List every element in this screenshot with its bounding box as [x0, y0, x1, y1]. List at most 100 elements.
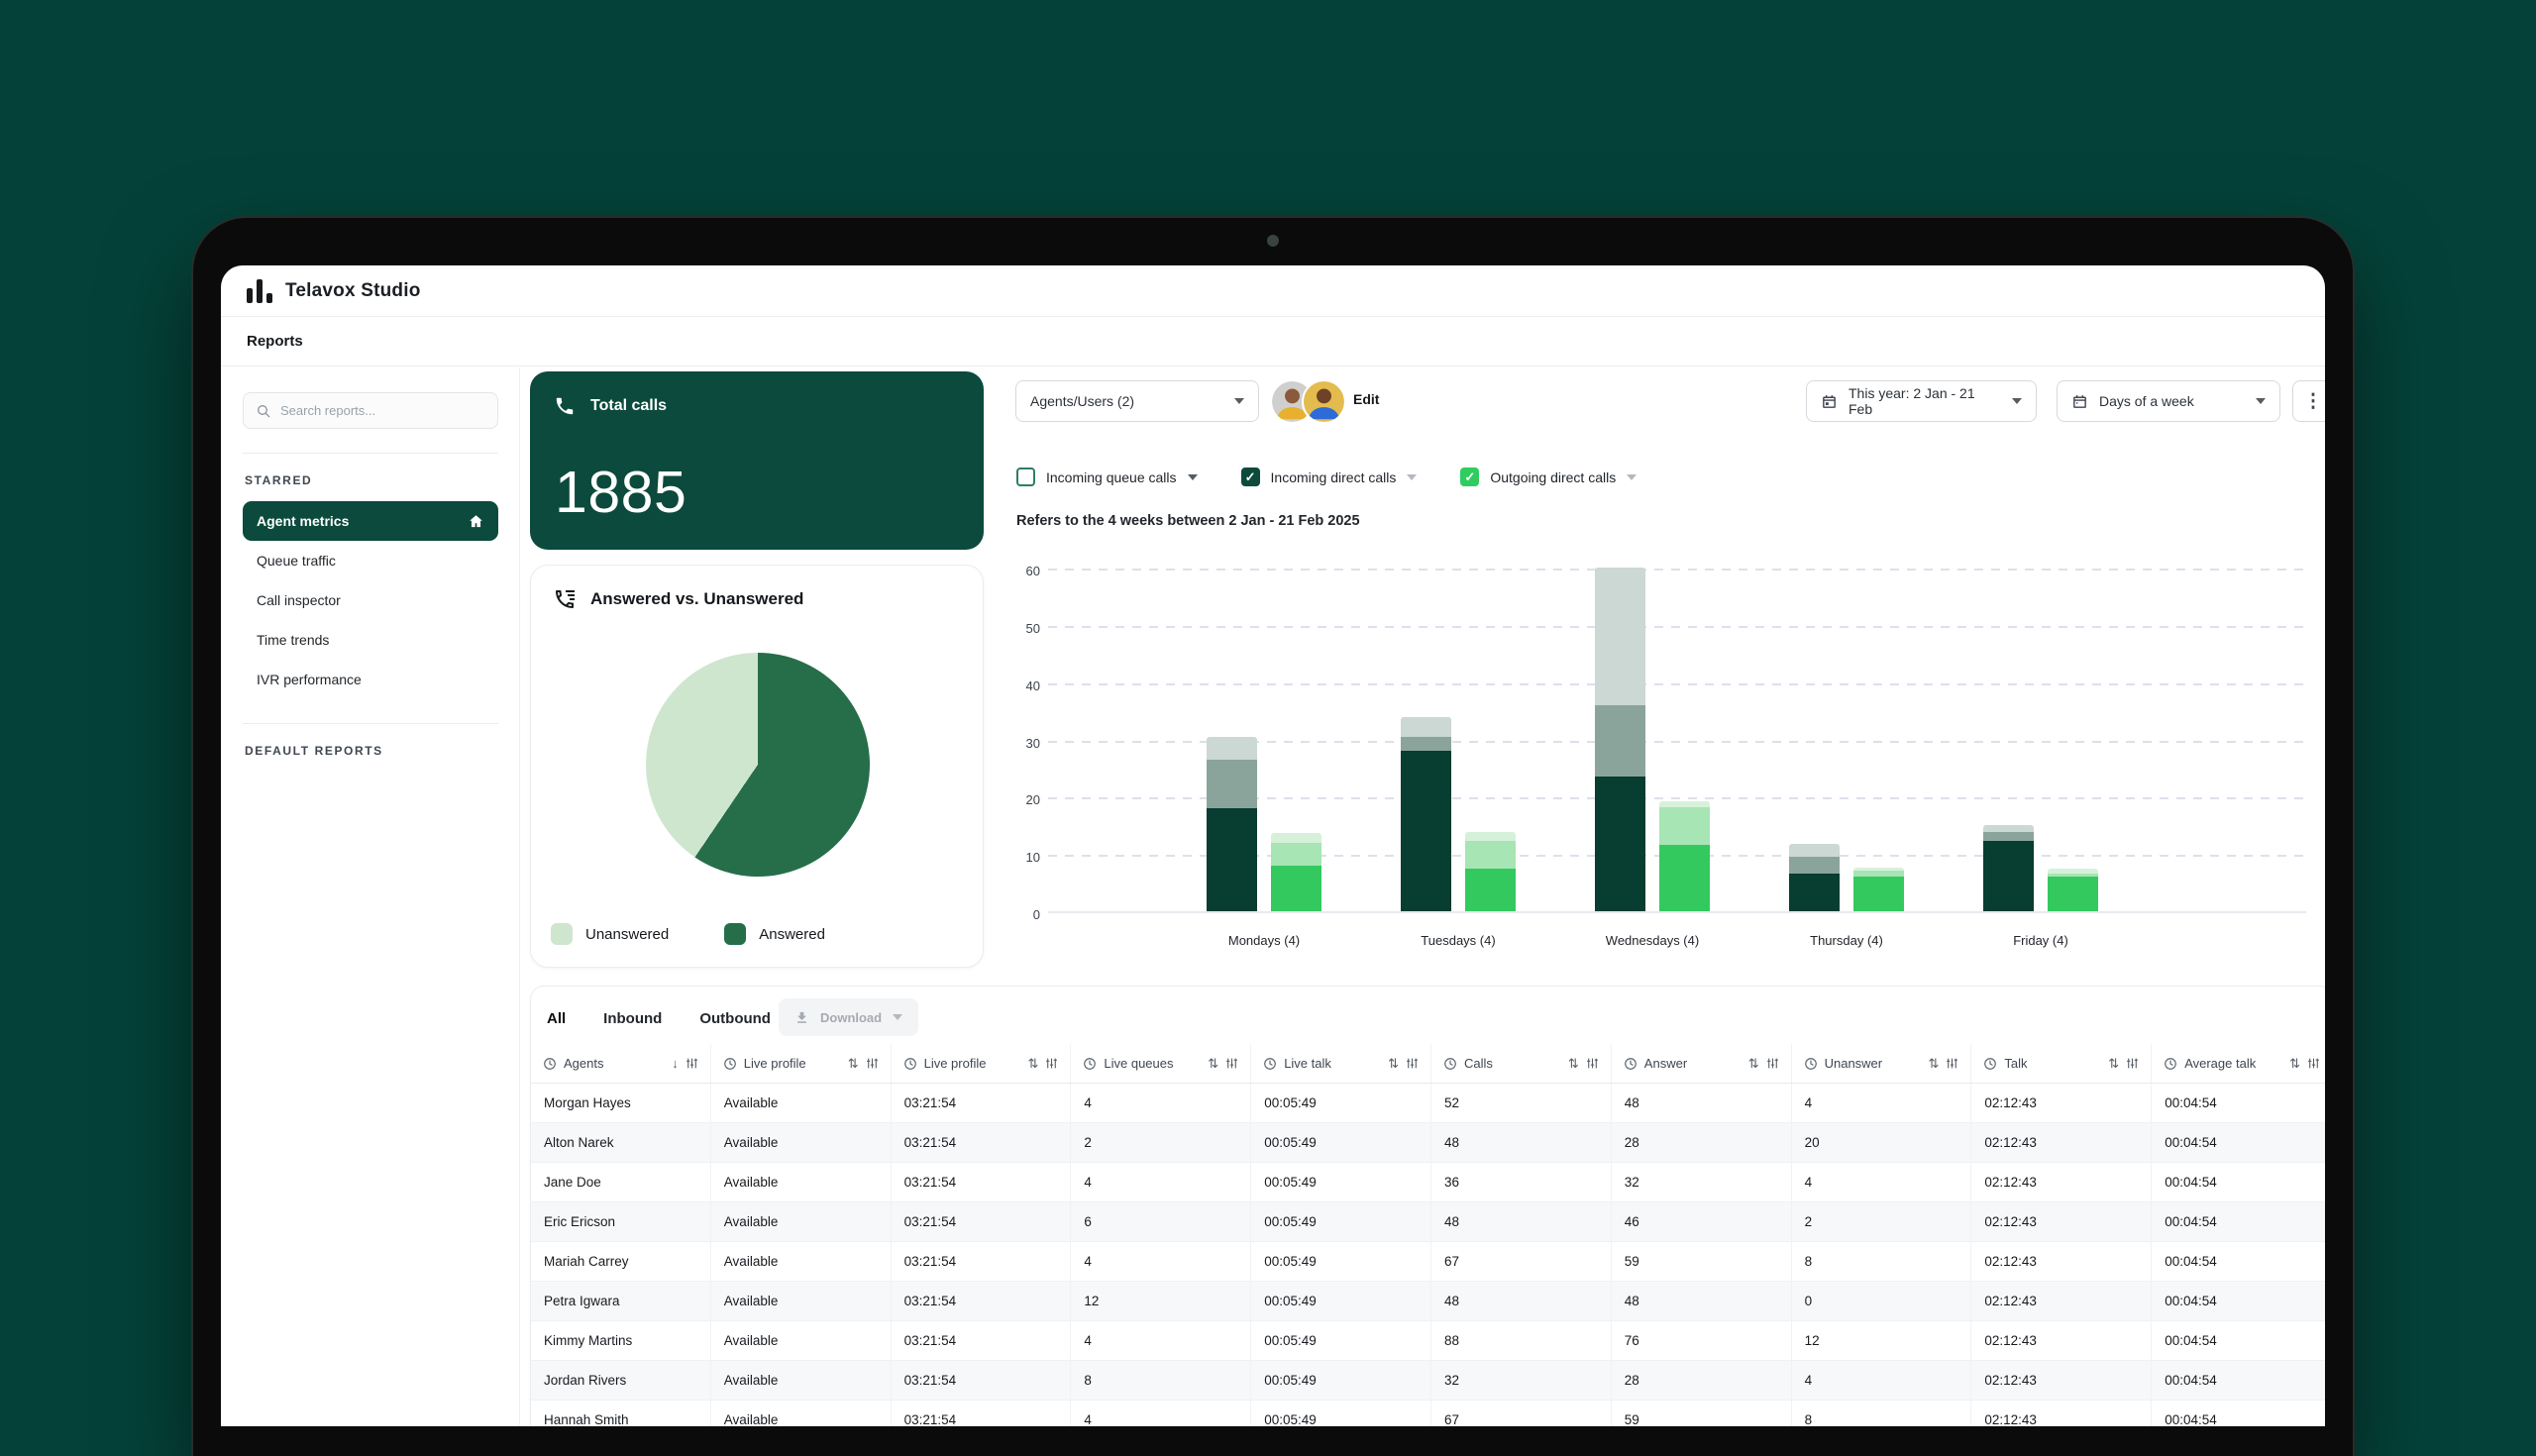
tab-all[interactable]: All	[547, 1010, 566, 1027]
bar-outgoing-direct-calls[interactable]	[2048, 869, 2098, 911]
column-header-calls[interactable]: Calls ⇅	[1431, 1044, 1612, 1083]
table-cell: 00:05:49	[1251, 1361, 1431, 1400]
checkbox-unchecked-icon[interactable]	[1016, 468, 1035, 486]
reports-nav[interactable]: Reports	[221, 317, 2325, 366]
chevron-down-icon	[2012, 398, 2022, 404]
date-range-select[interactable]: This year: 2 Jan - 21 Feb	[1806, 380, 2037, 422]
table-cell: 12	[1792, 1321, 1972, 1360]
column-header-average-talk[interactable]: Average talk ⇅	[2152, 1044, 2325, 1083]
grouping-select[interactable]: Days of a week	[2057, 380, 2280, 422]
column-header-talk[interactable]: Talk ⇅	[1971, 1044, 2152, 1083]
table-cell: Available	[711, 1321, 892, 1360]
clock-icon	[1443, 1057, 1457, 1071]
bar-segment	[1465, 832, 1516, 841]
x-axis-category-label: Thursday (4)	[1738, 933, 1955, 948]
table-cell: Jane Doe	[531, 1163, 711, 1201]
sidebar-item-ivr-performance[interactable]: IVR performance	[243, 660, 498, 699]
more-options-button[interactable]: ⋮	[2292, 380, 2325, 422]
agents-select[interactable]: Agents/Users (2)	[1015, 380, 1259, 422]
filter-columns-icon	[2307, 1057, 2320, 1070]
bar-incoming-direct-calls[interactable]	[1789, 844, 1840, 911]
filter-columns-icon	[2126, 1057, 2139, 1070]
sidebar-item-call-inspector[interactable]: Call inspector	[243, 580, 498, 620]
bar-outgoing-direct-calls[interactable]	[1853, 868, 1904, 911]
table-cell: 00:04:54	[2152, 1084, 2325, 1122]
column-header-agents[interactable]: Agents↓	[531, 1044, 711, 1083]
table-cell: 32	[1431, 1361, 1612, 1400]
x-axis-category-label: Friday (4)	[1932, 933, 2150, 948]
sort-both-icon[interactable]: ⇅	[1388, 1056, 1399, 1072]
table-cell: 00:04:54	[2152, 1163, 2325, 1201]
bar-segment	[1983, 832, 2034, 841]
column-header-live-queues[interactable]: Live queues⇅	[1071, 1044, 1251, 1083]
bar-outgoing-direct-calls[interactable]	[1465, 832, 1516, 911]
table-row: Alton NarekAvailable03:21:54200:05:49482…	[531, 1123, 2325, 1163]
column-header-label: Calls	[1464, 1056, 1493, 1071]
filter-incoming-direct-calls[interactable]: ✓Incoming direct calls	[1241, 468, 1418, 486]
gridline	[1048, 626, 2306, 628]
table-cell: 00:05:49	[1251, 1163, 1431, 1201]
table-cell: 4	[1792, 1361, 1972, 1400]
bar-outgoing-direct-calls[interactable]	[1271, 833, 1321, 911]
checkbox-checked-icon[interactable]: ✓	[1460, 468, 1479, 486]
divider	[243, 453, 498, 454]
total-calls-value: 1885	[555, 459, 687, 526]
sort-desc-icon[interactable]: ↓	[672, 1056, 679, 1071]
table-cell: 12	[1071, 1282, 1251, 1320]
table-cell: 36	[1431, 1163, 1612, 1201]
search-input[interactable]: Search reports...	[243, 392, 498, 429]
chevron-down-icon	[1407, 474, 1417, 480]
bar-incoming-direct-calls[interactable]	[1207, 737, 1257, 911]
bar-incoming-direct-calls[interactable]	[1983, 825, 2034, 911]
y-axis-tick-label: 40	[1003, 678, 1040, 693]
chart-panel: Agents/Users (2) Edit This year: 2 Jan -…	[1001, 368, 2325, 968]
column-header-live-profile[interactable]: Live profile⇅	[711, 1044, 892, 1083]
bar-incoming-direct-calls[interactable]	[1595, 568, 1645, 911]
tab-inbound[interactable]: Inbound	[603, 1010, 662, 1027]
table-cell: 02:12:43	[1971, 1401, 2152, 1426]
x-axis-category-label: Wednesdays (4)	[1543, 933, 1761, 948]
filter-incoming-queue-calls[interactable]: Incoming queue calls	[1016, 468, 1198, 486]
sidebar: Search reports... STARREDAgent metricsQu…	[243, 392, 498, 772]
table-cell: 48	[1612, 1282, 1792, 1320]
bar-incoming-direct-calls[interactable]	[1401, 717, 1451, 911]
edit-button[interactable]: Edit	[1353, 391, 1379, 407]
table-cell: 4	[1792, 1163, 1972, 1201]
sort-both-icon[interactable]: ⇅	[2289, 1056, 2300, 1072]
download-button[interactable]: Download	[779, 998, 918, 1036]
table-cell: 20	[1792, 1123, 1972, 1162]
table-cell: 4	[1071, 1401, 1251, 1426]
column-header-answer[interactable]: Answer⇅	[1612, 1044, 1792, 1083]
agents-select-value: Agents/Users (2)	[1030, 393, 1223, 409]
column-header-live-talk[interactable]: Live talk⇅	[1251, 1044, 1431, 1083]
checkbox-checked-icon[interactable]: ✓	[1241, 468, 1260, 486]
table-cell: Available	[711, 1123, 892, 1162]
table-cell: 02:12:43	[1971, 1084, 2152, 1122]
table-cell: 28	[1612, 1361, 1792, 1400]
sort-both-icon[interactable]: ⇅	[1208, 1056, 1218, 1072]
sort-both-icon[interactable]: ⇅	[848, 1056, 859, 1072]
bar-segment	[1401, 737, 1451, 751]
table-cell: 4	[1071, 1242, 1251, 1281]
sidebar-item-queue-traffic[interactable]: Queue traffic	[243, 541, 498, 580]
tab-outbound[interactable]: Outbound	[699, 1010, 771, 1027]
sort-both-icon[interactable]: ⇅	[2108, 1056, 2119, 1072]
sidebar-item-time-trends[interactable]: Time trends	[243, 620, 498, 660]
sort-both-icon[interactable]: ⇅	[1928, 1056, 1939, 1072]
sort-both-icon[interactable]: ⇅	[1027, 1056, 1038, 1072]
table-cell: 67	[1431, 1401, 1612, 1426]
sort-both-icon[interactable]: ⇅	[1748, 1056, 1759, 1072]
sidebar-divider	[519, 367, 520, 1426]
column-header-live-profile[interactable]: Live profile⇅	[892, 1044, 1072, 1083]
bar-segment	[1789, 874, 1840, 911]
filter-outgoing-direct-calls[interactable]: ✓Outgoing direct calls	[1460, 468, 1637, 486]
app-title: Telavox Studio	[285, 280, 421, 302]
column-header-label: Talk	[2004, 1056, 2027, 1071]
column-header-unanswer[interactable]: Unanswer⇅	[1792, 1044, 1972, 1083]
table-cell: 8	[1071, 1361, 1251, 1400]
sidebar-item-agent-metrics[interactable]: Agent metrics	[243, 501, 498, 541]
column-header-label: Average talk	[2184, 1056, 2256, 1071]
table-cell: 0	[1792, 1282, 1972, 1320]
bar-outgoing-direct-calls[interactable]	[1659, 801, 1710, 911]
sort-both-icon[interactable]: ⇅	[1568, 1056, 1579, 1072]
